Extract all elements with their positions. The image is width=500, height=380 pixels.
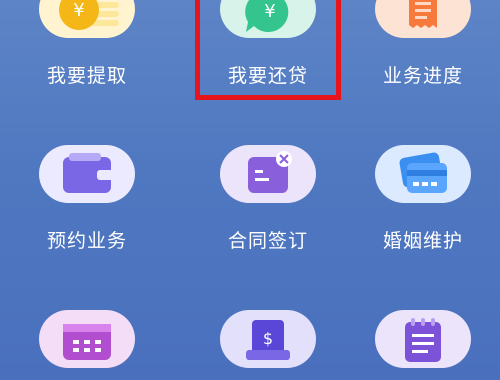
notepad-icon bbox=[375, 310, 471, 368]
menu-item-label: 业务进度 bbox=[382, 65, 463, 87]
menu-item-label: 预约业务 bbox=[46, 230, 127, 252]
highlight-box bbox=[195, 0, 341, 100]
menu-item-label: 合同签订 bbox=[227, 230, 308, 252]
menu-item-label: 我要提取 bbox=[46, 65, 127, 87]
wallet-icon bbox=[39, 145, 135, 203]
svg-text:¥: ¥ bbox=[73, 0, 84, 21]
svg-text:$: $ bbox=[263, 329, 273, 348]
receipt-icon bbox=[375, 0, 471, 38]
menu-item-label: 婚姻维护 bbox=[382, 230, 463, 252]
bill-print-icon: $ bbox=[220, 310, 316, 368]
yen-coin-stack-icon: ¥ bbox=[39, 0, 135, 38]
bank-card-icon bbox=[375, 145, 471, 203]
calendar-icon bbox=[39, 310, 135, 368]
contract-sign-icon bbox=[220, 145, 316, 203]
